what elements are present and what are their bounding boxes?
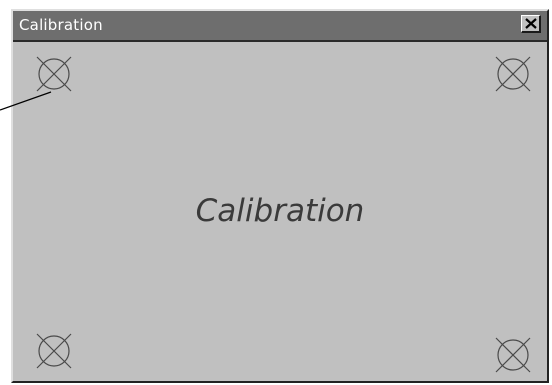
- calibration-target-top-right[interactable]: [493, 54, 533, 94]
- calibration-target-bottom-left[interactable]: [34, 331, 74, 371]
- calibration-window: Calibration Calibration: [11, 9, 549, 383]
- calibration-area[interactable]: Calibration: [13, 42, 547, 381]
- close-button[interactable]: [521, 15, 541, 33]
- close-icon: [525, 18, 537, 29]
- window-title: Calibration: [19, 16, 103, 34]
- calibration-target-bottom-right[interactable]: [493, 335, 533, 375]
- calibration-target-top-left[interactable]: [34, 54, 74, 94]
- title-bar[interactable]: Calibration: [13, 11, 547, 42]
- center-calibration-label: Calibration: [195, 193, 365, 229]
